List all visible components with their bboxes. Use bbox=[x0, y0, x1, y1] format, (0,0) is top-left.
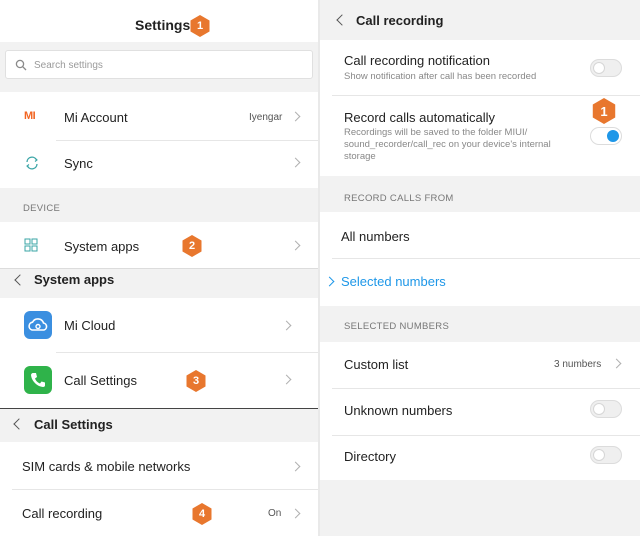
recording-notification-toggle[interactable] bbox=[590, 59, 622, 77]
chevron-right-icon bbox=[290, 240, 301, 251]
all-numbers-row[interactable]: All numbers bbox=[320, 212, 640, 258]
recording-notification-sub: Show notification after call has been re… bbox=[344, 71, 537, 82]
grid-icon bbox=[24, 238, 38, 252]
selected-numbers-row[interactable]: Selected numbers bbox=[320, 259, 640, 305]
unknown-numbers-toggle[interactable] bbox=[590, 400, 622, 418]
chevron-right-icon bbox=[324, 276, 335, 287]
auto-record-sub-3: storage bbox=[344, 151, 376, 162]
directory-toggle[interactable] bbox=[590, 446, 622, 464]
right-panel: Call recording Call recording notificati… bbox=[320, 0, 640, 536]
sim-cards-label: SIM cards & mobile networks bbox=[22, 459, 191, 474]
call-recording-value: On bbox=[268, 508, 282, 519]
search-bar[interactable] bbox=[5, 50, 313, 79]
mi-cloud-row[interactable]: Mi Cloud bbox=[0, 298, 318, 352]
system-apps-row[interactable]: System apps 2 bbox=[0, 222, 318, 268]
search-icon bbox=[15, 59, 27, 71]
auto-record-label: Record calls automatically bbox=[344, 110, 496, 125]
auto-record-sub-1: Recordings will be saved to the folder M… bbox=[344, 127, 528, 138]
settings-title: Settings bbox=[135, 17, 191, 33]
step-badge-1: 1 bbox=[190, 15, 210, 37]
sim-cards-row[interactable]: SIM cards & mobile networks bbox=[0, 443, 318, 489]
custom-list-value: 3 numbers bbox=[554, 359, 602, 370]
unknown-numbers-label: Unknown numbers bbox=[344, 403, 453, 418]
directory-label: Directory bbox=[344, 449, 397, 464]
step-badge-2: 2 bbox=[182, 235, 202, 257]
call-recording-row[interactable]: Call recording 4 On bbox=[0, 490, 318, 536]
custom-list-row[interactable]: Custom list 3 numbers bbox=[320, 342, 640, 388]
chevron-right-icon bbox=[611, 358, 622, 369]
left-panel: Settings 1 MI Mi Account Iyengar Sync DE… bbox=[0, 0, 318, 536]
system-apps-label: System apps bbox=[64, 239, 140, 254]
mi-account-label: Mi Account bbox=[64, 110, 128, 125]
recording-notification-row[interactable]: Call recording notification Show notific… bbox=[320, 42, 640, 94]
sync-label: Sync bbox=[64, 156, 93, 171]
chevron-right-icon bbox=[290, 157, 301, 168]
step-badge-4: 4 bbox=[192, 503, 212, 525]
bottom-fill bbox=[320, 480, 640, 536]
recording-notification-label: Call recording notification bbox=[344, 53, 490, 68]
auto-record-sub-2: sound_recorder/call_rec on your device's… bbox=[344, 139, 551, 150]
mi-account-value: Iyengar bbox=[249, 112, 283, 123]
record-from-label: RECORD CALLS FROM bbox=[344, 193, 454, 204]
step-badge-3: 3 bbox=[186, 370, 206, 392]
chevron-right-icon bbox=[281, 374, 292, 385]
mi-account-row[interactable]: MI Mi Account Iyengar bbox=[0, 94, 318, 140]
call-settings-label: Call Settings bbox=[64, 373, 137, 388]
system-apps-title: System apps bbox=[34, 272, 115, 287]
mi-cloud-label: Mi Cloud bbox=[64, 318, 116, 333]
selected-section-label: SELECTED NUMBERS bbox=[344, 321, 450, 332]
custom-list-label: Custom list bbox=[344, 357, 409, 372]
selected-numbers-label: Selected numbers bbox=[341, 274, 446, 289]
step-badge-5: 1 bbox=[592, 98, 616, 124]
all-numbers-label: All numbers bbox=[341, 229, 410, 244]
call-settings-title: Call Settings bbox=[34, 417, 113, 432]
device-section-label: DEVICE bbox=[23, 203, 61, 214]
auto-record-row[interactable]: Record calls automatically Recordings wi… bbox=[320, 96, 640, 174]
call-settings-row[interactable]: Call Settings 3 bbox=[0, 353, 318, 407]
directory-row[interactable]: Directory bbox=[320, 436, 640, 480]
sync-row[interactable]: Sync bbox=[0, 141, 318, 187]
chevron-right-icon bbox=[290, 111, 301, 122]
mi-logo-icon: MI bbox=[24, 110, 36, 122]
call-recording-title: Call recording bbox=[356, 13, 444, 28]
call-recording-label: Call recording bbox=[22, 506, 103, 521]
cloud-icon bbox=[24, 311, 52, 339]
auto-record-toggle[interactable] bbox=[590, 127, 622, 145]
phone-icon bbox=[24, 366, 52, 394]
search-input[interactable] bbox=[34, 56, 294, 74]
chevron-right-icon bbox=[290, 508, 301, 519]
chevron-right-icon bbox=[290, 461, 301, 472]
chevron-right-icon bbox=[281, 320, 292, 331]
unknown-numbers-row[interactable]: Unknown numbers bbox=[320, 389, 640, 435]
sync-icon bbox=[26, 156, 38, 170]
